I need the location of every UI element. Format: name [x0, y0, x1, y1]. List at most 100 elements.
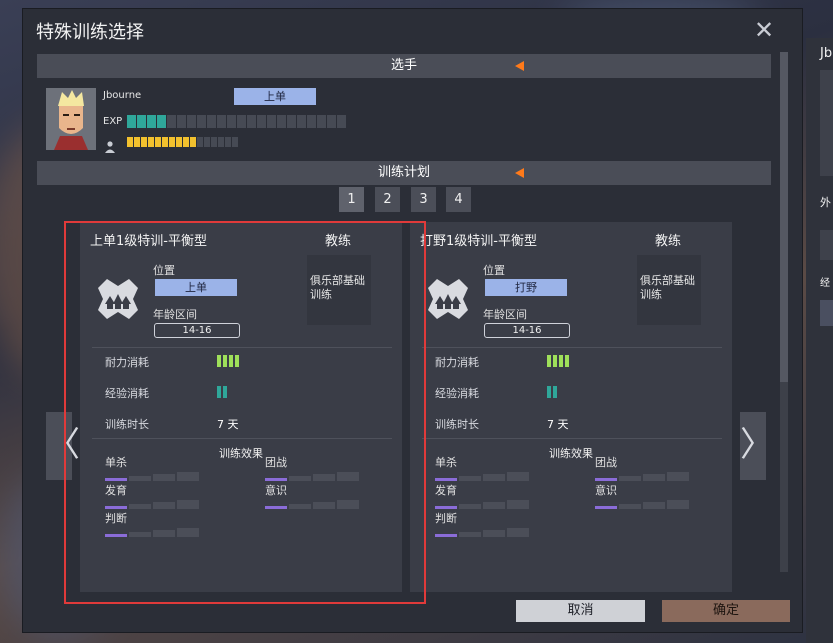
player-section-title: 选手 — [390, 58, 417, 73]
stamina-cost-label: 耐力消耗 — [435, 356, 479, 369]
effect-label: 单杀 — [435, 456, 457, 469]
page-button-2[interactable]: 2 — [375, 187, 400, 212]
duration-value: 7 天 — [547, 418, 569, 431]
effect-item: 意识 — [595, 482, 689, 509]
effect-bar-step — [177, 528, 199, 537]
effect-label: 团战 — [595, 456, 617, 469]
coach-label: 教练 — [655, 234, 682, 249]
effect-bar-step — [459, 504, 481, 509]
duration-label: 训练时长 — [435, 418, 479, 431]
confirm-button[interactable]: 确定 — [662, 600, 790, 622]
bar-segment — [297, 115, 306, 128]
player-info: Jbourne 上单 EXP — [46, 88, 446, 154]
effect-label: 单杀 — [105, 456, 127, 469]
training-card[interactable]: 上单1级特训-平衡型 教练 俱乐部基础训练 位置 上单 年龄区间 14-16 耐… — [80, 222, 402, 592]
cost-pip — [553, 355, 557, 367]
effect-bar-step — [435, 506, 457, 509]
exp-bar — [127, 115, 346, 128]
orange-arrow-icon[interactable] — [515, 61, 524, 71]
coach-box[interactable]: 俱乐部基础训练 — [637, 255, 701, 325]
player-name: Jbourne — [103, 90, 142, 101]
side-panel-label: 外 — [820, 196, 831, 209]
cost-pip — [229, 355, 233, 367]
effect-bar-step — [459, 532, 481, 537]
bar-segment — [218, 137, 224, 147]
divider — [92, 347, 392, 348]
avatar[interactable] — [46, 88, 96, 150]
effect-bar-step — [337, 472, 359, 481]
bar-segment — [127, 137, 133, 147]
bar-segment — [176, 137, 182, 147]
training-card[interactable]: 打野1级特训-平衡型 教练 俱乐部基础训练 位置 打野 年龄区间 14-16 耐… — [410, 222, 732, 592]
card-title: 打野1级特训-平衡型 — [420, 234, 537, 249]
cost-pip — [217, 355, 221, 367]
effect-bar — [435, 500, 529, 509]
effect-label: 发育 — [435, 484, 457, 497]
stamina-bar — [127, 137, 238, 147]
effect-item: 团战 — [595, 454, 689, 481]
cost-pip — [235, 355, 239, 367]
scrollbar-thumb[interactable] — [780, 52, 788, 382]
effect-bar-step — [105, 534, 127, 537]
coach-name: 俱乐部基础训练 — [640, 274, 695, 301]
effect-bar-step — [435, 534, 457, 537]
divider — [422, 347, 722, 348]
bar-segment — [137, 115, 146, 128]
effect-bar-step — [507, 528, 529, 537]
effect-bar-step — [129, 476, 151, 481]
effect-bar — [265, 500, 359, 509]
bar-segment — [287, 115, 296, 128]
bar-segment — [257, 115, 266, 128]
effect-bar-step — [643, 502, 665, 509]
bar-segment — [267, 115, 276, 128]
effect-bar-step — [153, 474, 175, 481]
chevron-left-icon[interactable]: 〈 — [46, 412, 80, 480]
bar-segment — [277, 115, 286, 128]
effect-label: 意识 — [595, 484, 617, 497]
bar-segment — [127, 115, 136, 128]
page-button-3[interactable]: 3 — [411, 187, 436, 212]
card-title: 上单1级特训-平衡型 — [90, 234, 207, 249]
effect-bar-step — [667, 472, 689, 481]
cost-pip — [223, 355, 227, 367]
team-emblem-icon — [98, 279, 138, 319]
cost-pip — [547, 386, 551, 398]
effect-bar — [435, 528, 529, 537]
cancel-button[interactable]: 取消 — [516, 600, 645, 622]
plan-section-title: 训练计划 — [377, 165, 430, 180]
effect-bar-step — [153, 502, 175, 509]
side-panel-title: Jb — [820, 46, 833, 61]
orange-arrow-icon[interactable] — [515, 168, 524, 178]
bar-segment — [157, 115, 166, 128]
side-panel-block — [820, 230, 833, 260]
cost-pip — [559, 355, 563, 367]
effect-bar-step — [435, 478, 457, 481]
scrollbar[interactable] — [780, 52, 788, 572]
side-panel-block — [820, 300, 833, 326]
bar-segment — [183, 137, 189, 147]
effect-bar-step — [265, 478, 287, 481]
effect-bar-step — [643, 474, 665, 481]
effect-bar-step — [483, 530, 505, 537]
page-button-1[interactable]: 1 — [339, 187, 364, 212]
chevron-right-icon[interactable]: 〉 — [740, 412, 774, 480]
bar-segment — [204, 137, 210, 147]
cost-pip — [565, 355, 569, 367]
effect-bar-step — [289, 504, 311, 509]
effect-bar-step — [129, 504, 151, 509]
page-button-4[interactable]: 4 — [446, 187, 471, 212]
effect-bar-step — [619, 476, 641, 481]
effect-bar — [595, 472, 689, 481]
age-range-badge: 14-16 — [484, 323, 570, 338]
exp-cost-label: 经验消耗 — [435, 387, 479, 400]
bar-segment — [169, 137, 175, 147]
duration-label: 训练时长 — [105, 418, 149, 431]
effect-bar-step — [507, 500, 529, 509]
close-icon[interactable]: ✕ — [752, 18, 776, 42]
bar-segment — [197, 115, 206, 128]
coach-box[interactable]: 俱乐部基础训练 — [307, 255, 371, 325]
player-section-header: 选手 — [37, 54, 771, 78]
bar-segment — [247, 115, 256, 128]
effect-bar — [105, 472, 199, 481]
bar-segment — [327, 115, 336, 128]
